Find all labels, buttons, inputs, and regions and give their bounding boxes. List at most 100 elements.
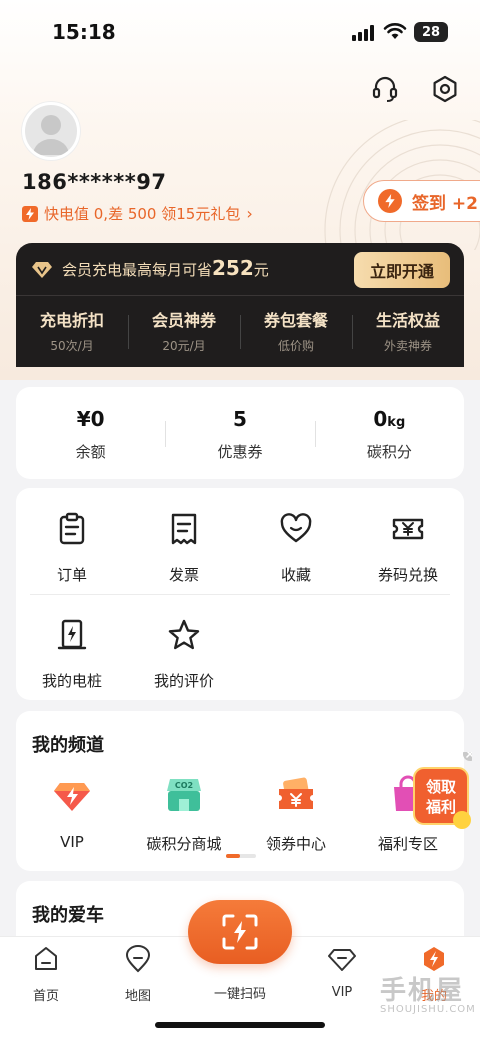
vip-benefit-item[interactable]: 会员神券 20元/月 xyxy=(128,307,240,359)
watermark-sub: SHOUJISHU.COM xyxy=(380,1004,476,1015)
section-title: 我的爱车 xyxy=(32,905,104,926)
diamond-icon xyxy=(32,262,52,278)
carousel-pager xyxy=(226,854,256,858)
divider xyxy=(30,594,450,595)
charger-pile-icon xyxy=(57,619,87,650)
benefit-sub: 50次/月 xyxy=(50,339,94,353)
battery-indicator: 28 xyxy=(414,22,448,42)
vip-promo-unit: 元 xyxy=(253,261,269,279)
stat-value: ¥0 xyxy=(76,407,105,431)
stat-label: 余额 xyxy=(75,443,106,461)
divider xyxy=(16,295,464,296)
open-vip-button[interactable]: 立即开通 xyxy=(354,252,450,288)
menu-my-reviews[interactable]: 我的评价 xyxy=(128,618,240,691)
checkin-button[interactable]: 签到 +2 xyxy=(363,180,480,222)
svg-text:CO2: CO2 xyxy=(175,781,193,790)
vip-benefit-item[interactable]: 生活权益 外卖神券 xyxy=(352,307,464,359)
scan-icon xyxy=(222,914,258,950)
benefit-sub: 低价购 xyxy=(277,339,314,353)
clipboard-icon xyxy=(59,512,85,545)
menu-label: 券码兑换 xyxy=(377,566,438,584)
avatar[interactable] xyxy=(22,102,80,160)
badge-line2: 福利 xyxy=(425,798,456,816)
menu-coupon-redeem[interactable]: 券码兑换 xyxy=(352,512,464,585)
settings-hexagon-icon[interactable] xyxy=(430,74,460,104)
benefit-title: 券包套餐 xyxy=(263,311,328,330)
stat-value: 5 xyxy=(233,407,247,431)
lightning-icon xyxy=(22,205,38,222)
tab-label: 一键扫码 xyxy=(213,987,266,1002)
menu-invoice[interactable]: 发票 xyxy=(128,512,240,585)
channel-label: 领券中心 xyxy=(265,835,326,853)
benefit-sub: 外卖神券 xyxy=(383,339,432,353)
elec-value-promo[interactable]: 快电值 0,差 500 领15元礼包 › xyxy=(22,203,253,224)
channel-carbon-store[interactable]: CO2 碳积分商城 xyxy=(124,775,244,854)
benefit-title: 充电折扣 xyxy=(39,311,104,330)
menu-my-charger[interactable]: 我的电桩 xyxy=(16,618,128,691)
wallet-stats-card: ¥0 余额 5 优惠券 0kg 碳积分 xyxy=(16,387,464,479)
benefit-sub: 20元/月 xyxy=(162,339,206,353)
home-indicator xyxy=(155,1022,325,1028)
star-icon xyxy=(168,619,200,650)
stat-label: 碳积分 xyxy=(366,443,412,461)
vip-benefits: 充电折扣 50次/月 会员神券 20元/月 券包套餐 低价购 生活权益 外卖神券 xyxy=(16,307,464,359)
channel-label: VIP xyxy=(60,833,84,851)
tab-scan-label-wrap[interactable]: 一键扫码 xyxy=(200,975,280,1002)
watermark-text: 手机屋 xyxy=(380,976,465,1006)
checkin-label: 签到 +2 xyxy=(412,193,478,214)
default-avatar-icon xyxy=(33,115,69,155)
vip-icon xyxy=(328,949,356,971)
vip-promo-text: 会员充电最高每月可省 252 元 xyxy=(62,256,269,280)
benefit-title: 生活权益 xyxy=(375,311,440,330)
tab-label: VIP xyxy=(331,985,353,1000)
lightning-icon xyxy=(378,189,402,213)
wifi-icon xyxy=(383,23,407,39)
heart-icon xyxy=(280,513,312,543)
receipt-icon xyxy=(171,513,197,545)
scan-button[interactable] xyxy=(188,900,292,964)
chevron-right-icon: › xyxy=(246,204,253,223)
tab-map[interactable]: 地图 xyxy=(98,945,178,1004)
stat-coupons[interactable]: 5 优惠券 xyxy=(165,387,314,479)
elec-value-text: 快电值 0,差 500 领15元礼包 xyxy=(44,205,241,223)
vip-promo-row: 会员充电最高每月可省 252 元 立即开通 xyxy=(16,243,464,295)
channel-coupon-center[interactable]: 领券中心 xyxy=(236,775,356,854)
customer-service-headset-icon[interactable] xyxy=(370,74,400,104)
tab-label: 地图 xyxy=(124,989,151,1004)
vip-benefit-item[interactable]: 券包套餐 低价购 xyxy=(240,307,352,359)
channel-vip[interactable]: VIP xyxy=(12,775,132,851)
benefit-title: 会员神券 xyxy=(151,311,216,330)
user-phone-number[interactable]: 186******97 xyxy=(22,170,166,194)
stat-value: 0 xyxy=(373,407,388,431)
badge-line1: 领取 xyxy=(425,778,457,796)
section-title: 我的频道 xyxy=(32,735,104,756)
coupon-center-icon xyxy=(279,777,313,809)
menu-label: 发票 xyxy=(168,566,199,584)
menu-favorites[interactable]: 收藏 xyxy=(240,512,352,585)
menu-label: 我的评价 xyxy=(153,672,214,690)
vip-membership-card[interactable]: 会员充电最高每月可省 252 元 立即开通 充电折扣 50次/月 会员神券 20… xyxy=(16,243,464,367)
tab-label: 首页 xyxy=(32,989,59,1004)
tab-vip[interactable]: VIP xyxy=(302,945,382,1000)
menu-label: 订单 xyxy=(56,566,87,584)
my-channel-card: 我的频道 VIP CO2 碳积分商城 领券中心 福利专区 xyxy=(16,711,464,871)
stat-carbon-points[interactable]: 0kg 碳积分 xyxy=(314,387,464,479)
status-bar: 15:18 28 xyxy=(0,0,480,64)
co2-store-icon: CO2 xyxy=(167,779,201,811)
vip-benefit-item[interactable]: 充电折扣 50次/月 xyxy=(16,307,128,359)
profile-bolt-icon xyxy=(424,947,444,971)
stat-label: 优惠券 xyxy=(217,443,263,461)
claim-welfare-floating-badge[interactable]: 领取 福利 xyxy=(410,752,472,842)
status-time: 15:18 xyxy=(52,20,116,44)
map-pin-icon xyxy=(125,945,151,973)
tab-home[interactable]: 首页 xyxy=(6,945,86,1004)
vip-promo-amount: 252 xyxy=(212,256,254,280)
menu-label: 收藏 xyxy=(280,566,311,584)
menu-orders[interactable]: 订单 xyxy=(16,512,128,585)
pager-active-dot xyxy=(226,854,240,858)
ticket-yen-icon xyxy=(392,518,424,540)
cellular-signal-icon xyxy=(352,25,374,41)
stat-unit: kg xyxy=(387,415,406,430)
stat-balance[interactable]: ¥0 余额 xyxy=(16,387,165,479)
quick-menu-card: 订单 发票 收藏 券码兑换 我的电桩 我的评价 xyxy=(16,488,464,700)
